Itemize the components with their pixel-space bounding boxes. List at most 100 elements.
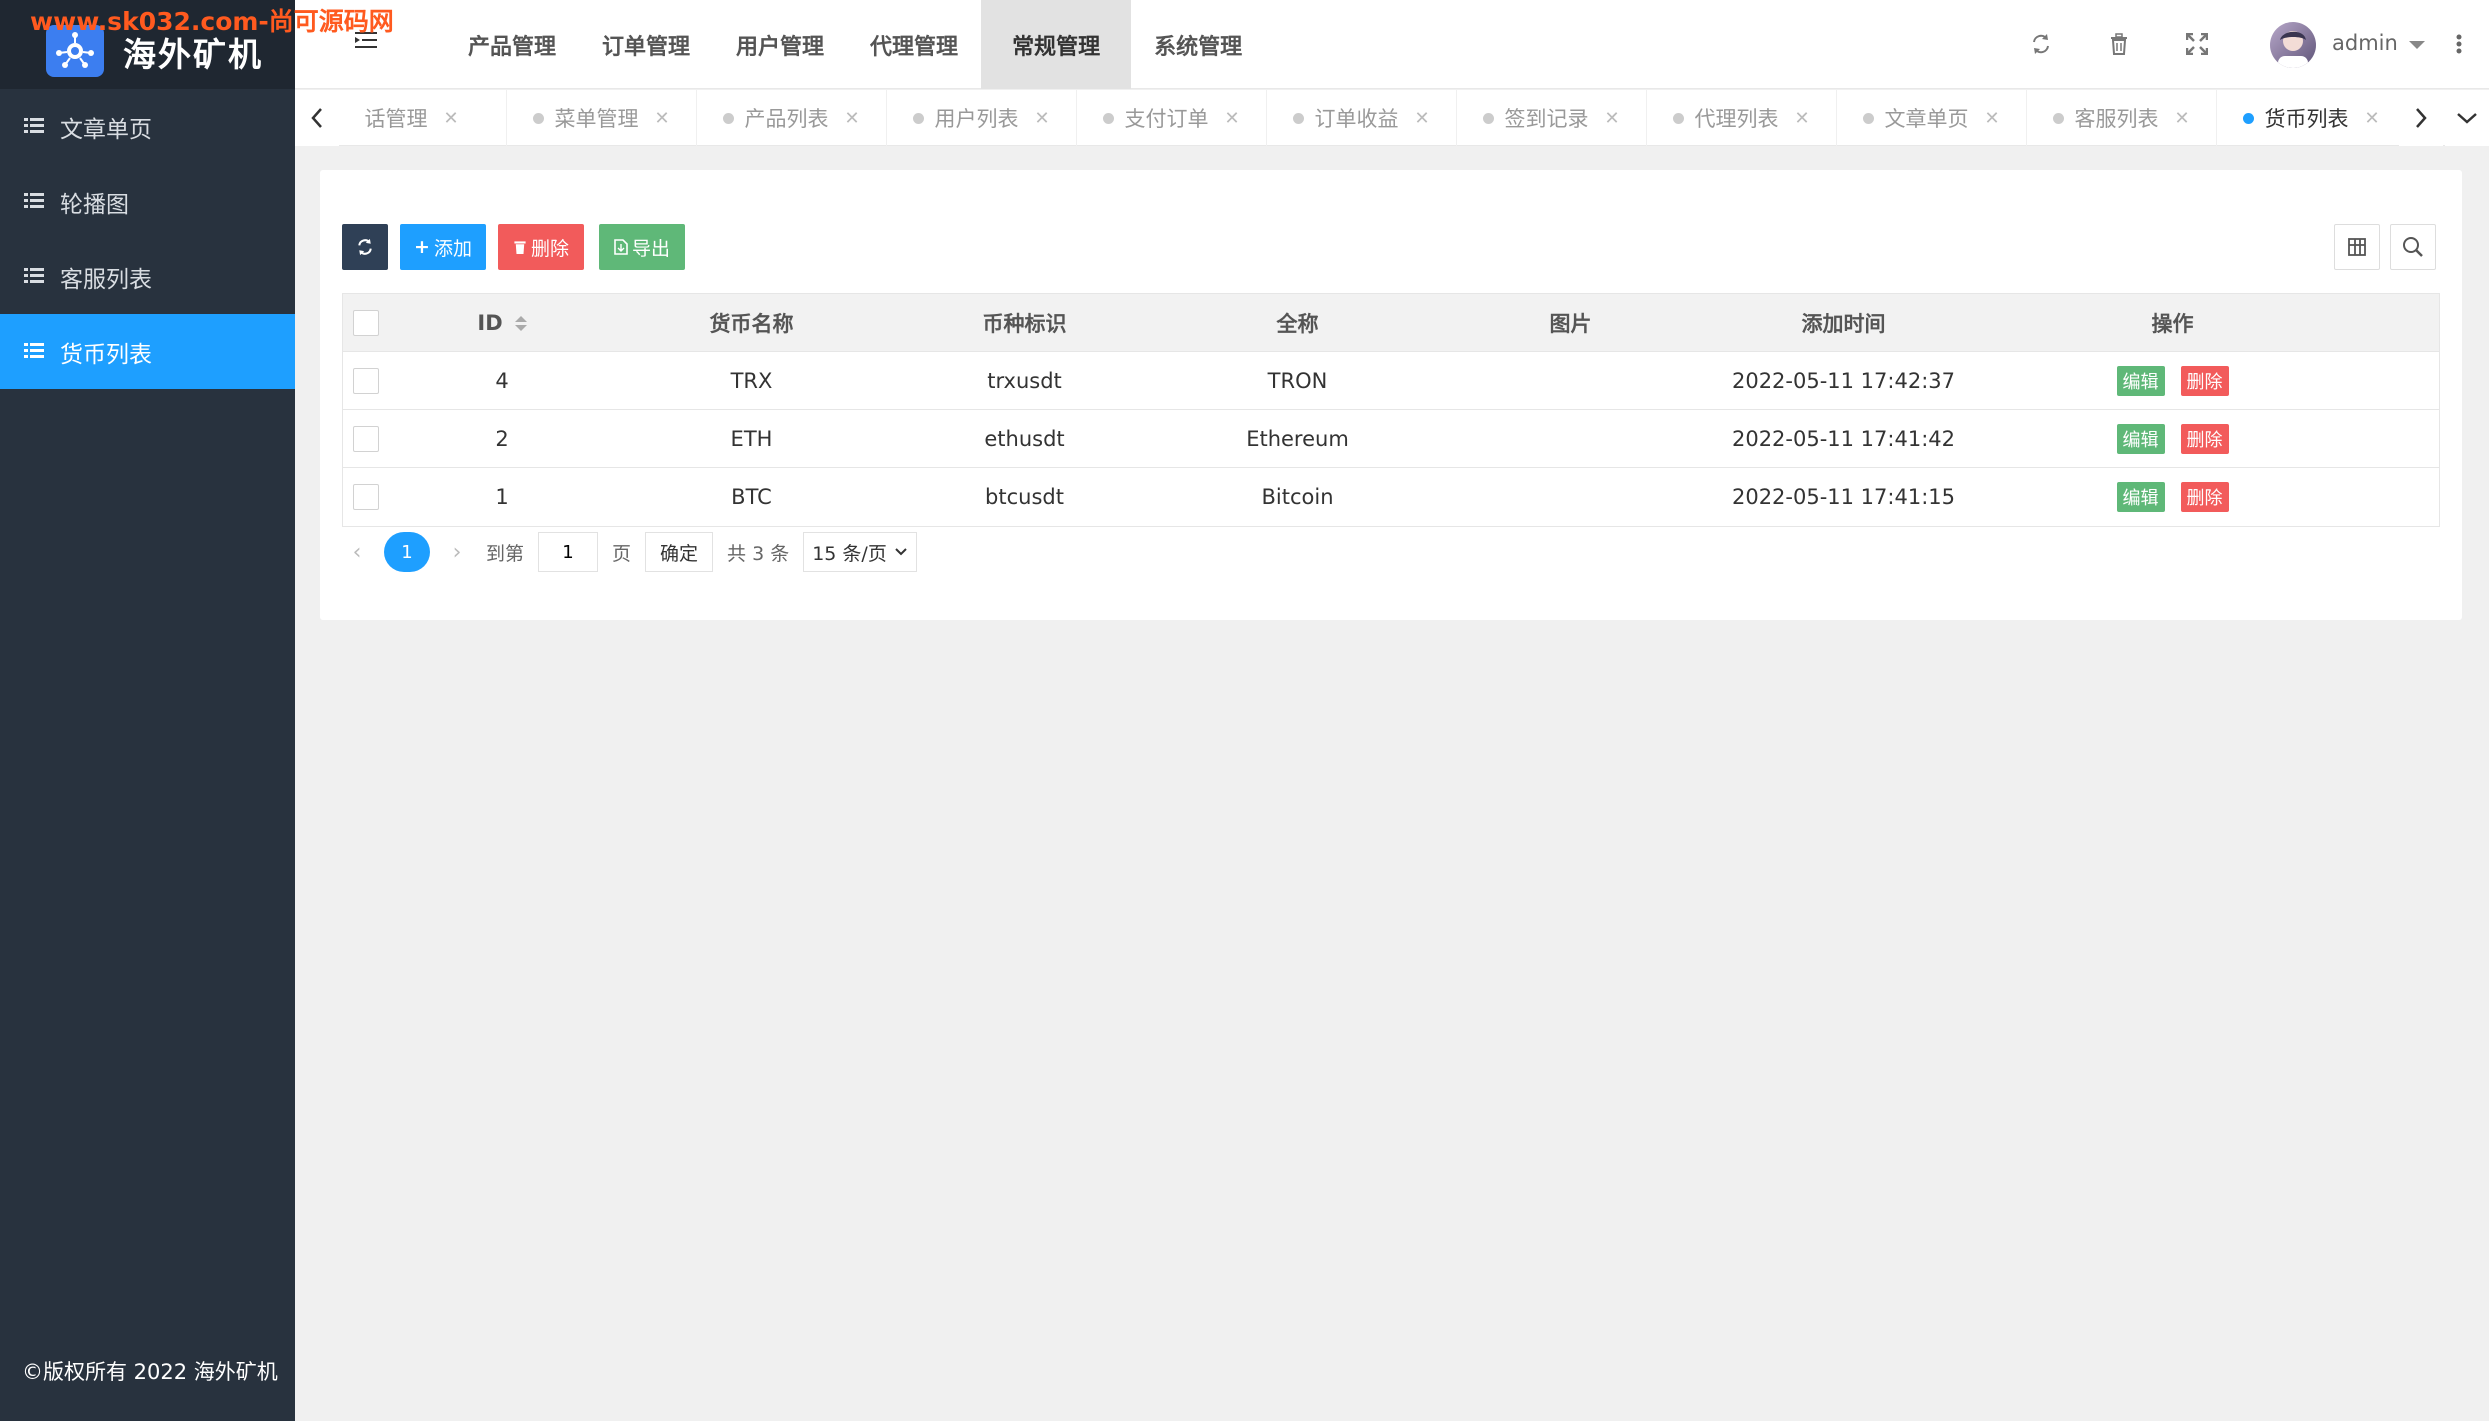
close-icon[interactable]: ✕: [1034, 108, 1049, 129]
batch-delete-button[interactable]: 删除: [498, 224, 584, 270]
cell-fullname: Ethereum: [1246, 427, 1349, 451]
list-icon: [24, 264, 44, 290]
next-page-icon[interactable]: ›: [442, 540, 472, 565]
tab-menu-dropdown[interactable]: [2445, 90, 2489, 146]
trash-icon: [514, 241, 526, 254]
tab-item[interactable]: 用户列表 ✕: [887, 90, 1077, 146]
tab-item[interactable]: 菜单管理 ✕: [507, 90, 697, 146]
goto-confirm-button[interactable]: 确定: [645, 532, 714, 572]
tab-label: 话管理: [364, 107, 428, 131]
data-table: ID 货币名称 币种标识 全称 图片 添加时间 操作 4 TRX trxusdt…: [342, 293, 2440, 527]
close-icon[interactable]: ✕: [2174, 108, 2189, 129]
close-icon[interactable]: ✕: [1794, 108, 1809, 129]
sort-icon[interactable]: [514, 315, 527, 331]
tab-item[interactable]: 产品列表 ✕: [697, 90, 887, 146]
page-current[interactable]: 1: [384, 532, 430, 572]
nav-users[interactable]: 用户管理: [713, 0, 847, 89]
nav-products[interactable]: 产品管理: [445, 0, 579, 89]
edit-button[interactable]: 编辑: [2116, 482, 2165, 512]
copyright: ©版权所有 2022 海外矿机: [22, 1360, 278, 1384]
refresh-icon[interactable]: [2027, 30, 2055, 58]
close-icon[interactable]: ✕: [2364, 108, 2379, 129]
delete-button[interactable]: 删除: [2180, 366, 2229, 396]
refresh-button[interactable]: [342, 224, 388, 270]
tab-dot: [1483, 112, 1495, 124]
tab-scroll-right[interactable]: [2399, 90, 2443, 146]
tab-dot: [2243, 112, 2255, 124]
row-checkbox[interactable]: [353, 368, 379, 394]
page-size-value: 15 条/页: [812, 542, 887, 565]
tab-dot: [533, 112, 545, 124]
export-button[interactable]: 导出: [599, 224, 685, 270]
tab-label: 支付订单: [1124, 107, 1209, 131]
columns-toggle-button[interactable]: [2334, 224, 2380, 270]
fullscreen-icon[interactable]: [2183, 30, 2211, 58]
close-icon[interactable]: ✕: [443, 108, 458, 129]
nav-general[interactable]: 常规管理: [981, 0, 1132, 89]
cell-actions: 编辑 删除: [1980, 468, 2365, 526]
tab-label: 客服列表: [2074, 107, 2159, 131]
delete-button[interactable]: 删除: [2180, 482, 2229, 512]
nav-agents[interactable]: 代理管理: [847, 0, 981, 89]
tab-dot: [1673, 112, 1685, 124]
close-icon[interactable]: ✕: [1414, 108, 1429, 129]
caret-down-icon[interactable]: [2409, 41, 2425, 49]
row-checkbox[interactable]: [353, 484, 379, 510]
close-icon[interactable]: ✕: [844, 108, 859, 129]
close-icon[interactable]: ✕: [1604, 108, 1619, 129]
more-vertical-icon[interactable]: [2445, 30, 2473, 58]
content-card: + 添加 删除 导出 ID 货币名称 币种标识 全称 图片 添加时间 操作 4 …: [320, 170, 2462, 620]
tab-item[interactable]: 客服列表 ✕: [2027, 90, 2217, 146]
tab-label: 签到记录: [1504, 107, 1589, 131]
row-checkbox[interactable]: [353, 426, 379, 452]
tab-bar: 话管理 ✕ 菜单管理 ✕ 产品列表 ✕ 用户列表 ✕ 支付订单 ✕ 订单收益 ✕ 签到记录 ✕…: [295, 90, 2489, 146]
tab-item[interactable]: 订单收益 ✕: [1267, 90, 1457, 146]
tabs-viewport: 话管理 ✕ 菜单管理 ✕ 产品列表 ✕ 用户列表 ✕ 支付订单 ✕ 订单收益 ✕ 签到记录 ✕…: [339, 90, 2399, 146]
tab-dot: [1103, 112, 1115, 124]
tab-dot: [913, 112, 925, 124]
list-icon: [24, 114, 44, 140]
tabs: 话管理 ✕ 菜单管理 ✕ 产品列表 ✕ 用户列表 ✕ 支付订单 ✕ 订单收益 ✕ 签到记录 ✕…: [339, 90, 2399, 146]
tab-item[interactable]: 话管理 ✕: [339, 90, 507, 146]
select-all-checkbox[interactable]: [353, 310, 379, 336]
goto-page-input[interactable]: [538, 532, 599, 572]
cell-id: 1: [495, 485, 509, 509]
cell-symbol: btcusdt: [985, 485, 1064, 509]
page-size-select[interactable]: 15 条/页: [803, 532, 918, 572]
sidebar-item-service[interactable]: 客服列表: [0, 239, 295, 314]
cell-name: BTC: [731, 485, 772, 509]
file-export-icon: [614, 239, 628, 255]
tab-item[interactable]: 签到记录 ✕: [1457, 90, 1647, 146]
cell-name: TRX: [730, 369, 773, 393]
tab-item-active[interactable]: 货币列表 ✕: [2217, 90, 2399, 146]
sidebar-item-label: 货币列表: [60, 341, 152, 368]
sidebar-item-carousel[interactable]: 轮播图: [0, 164, 295, 239]
search-toggle-button[interactable]: [2390, 224, 2436, 270]
cell-id: 2: [495, 427, 509, 451]
edit-button[interactable]: 编辑: [2116, 424, 2165, 454]
username[interactable]: admin: [2332, 31, 2398, 55]
close-icon[interactable]: ✕: [1224, 108, 1239, 129]
nav-system[interactable]: 系统管理: [1131, 0, 1265, 89]
prev-page-icon[interactable]: ‹: [342, 540, 372, 565]
cell-image: [1434, 410, 1707, 468]
tab-item[interactable]: 文章单页 ✕: [1837, 90, 2027, 146]
close-icon[interactable]: ✕: [1984, 108, 1999, 129]
cell-time: 2022-05-11 17:42:37: [1731, 369, 1956, 393]
tab-item[interactable]: 支付订单 ✕: [1077, 90, 1267, 146]
tab-scroll-left[interactable]: [295, 90, 339, 146]
sidebar-item-article[interactable]: 文章单页: [0, 89, 295, 164]
sidebar-item-currency[interactable]: 货币列表: [0, 314, 295, 389]
edit-button[interactable]: 编辑: [2116, 366, 2165, 396]
cell-fullname: TRON: [1267, 369, 1328, 393]
avatar[interactable]: [2270, 22, 2316, 68]
add-button[interactable]: + 添加: [400, 224, 486, 270]
nav-orders[interactable]: 订单管理: [579, 0, 713, 89]
trash-icon[interactable]: [2105, 30, 2133, 58]
column-header-id[interactable]: ID: [389, 294, 615, 352]
tab-item[interactable]: 代理列表 ✕: [1647, 90, 1837, 146]
tab-label: 代理列表: [1694, 107, 1779, 131]
table-row: 4 TRX trxusdt TRON 2022-05-11 17:42:37 编…: [343, 352, 2439, 410]
close-icon[interactable]: ✕: [654, 108, 669, 129]
delete-button[interactable]: 删除: [2180, 424, 2229, 454]
